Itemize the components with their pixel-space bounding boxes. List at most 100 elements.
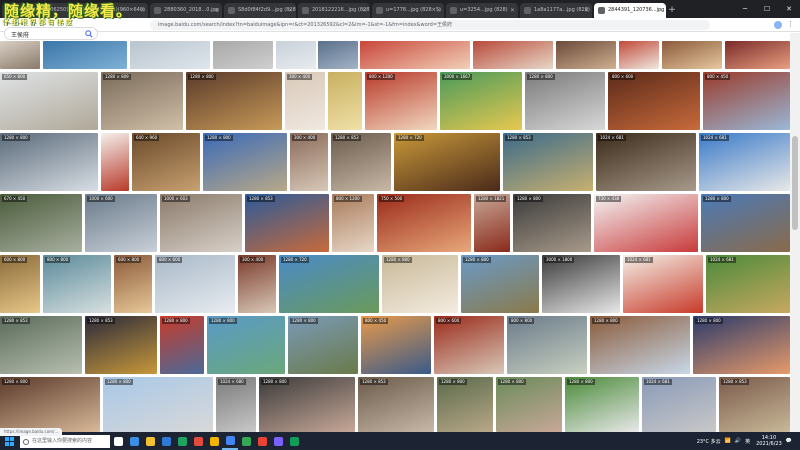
image-thumbnail[interactable]: 1280 × 800 bbox=[0, 377, 100, 432]
taskbar-app-button[interactable] bbox=[238, 432, 254, 450]
image-thumbnail[interactable]: 1280 × 800 bbox=[525, 72, 605, 130]
image-thumbnail[interactable]: 1280 × 1821 bbox=[474, 194, 510, 252]
image-thumbnail[interactable]: 1024 × 680 bbox=[216, 377, 256, 432]
image-thumbnail[interactable]: 1280 × 853 bbox=[331, 133, 391, 191]
browser-tab[interactable]: S8d0f84f2d9...jpg (828) ✕ bbox=[224, 3, 296, 18]
tab-close-icon[interactable]: ✕ bbox=[214, 3, 219, 18]
image-thumbnail[interactable]: 1280 × 853 bbox=[85, 316, 157, 374]
image-thumbnail[interactable]: 800 × 600 bbox=[608, 72, 700, 130]
taskbar-app-button[interactable] bbox=[254, 432, 270, 450]
image-thumbnail[interactable]: 750 × 500 bbox=[377, 194, 471, 252]
taskbar-app-button[interactable] bbox=[286, 432, 302, 450]
browser-tab[interactable]: u=1778...jpg (828×5) ✕ bbox=[372, 3, 444, 18]
taskbar-app-button[interactable] bbox=[206, 432, 222, 450]
image-thumbnail[interactable] bbox=[556, 41, 616, 69]
page-scrollbar[interactable] bbox=[790, 33, 800, 432]
image-thumbnail[interactable]: 800 × 800 bbox=[507, 316, 587, 374]
tab-close-icon[interactable]: ✕ bbox=[658, 3, 663, 18]
image-thumbnail[interactable]: 1000 × 603 bbox=[160, 194, 242, 252]
image-thumbnail[interactable]: 1280 × 800 bbox=[160, 316, 204, 374]
taskbar-search[interactable]: 在这里输入你要搜索的内容 bbox=[20, 434, 110, 448]
address-bar[interactable]: image.baidu.com/search/index?tn=baiduima… bbox=[150, 20, 710, 30]
image-thumbnail[interactable]: 1280 × 800 bbox=[103, 377, 213, 432]
image-thumbnail[interactable]: 300 × 400 bbox=[238, 255, 276, 313]
image-thumbnail[interactable]: 1280 × 720 bbox=[394, 133, 500, 191]
browser-tab[interactable]: 2018122216...jpg (828) ✕ bbox=[298, 3, 370, 18]
taskbar-app-button[interactable] bbox=[110, 432, 126, 450]
browser-menu-icon[interactable]: ⋮ bbox=[787, 20, 794, 28]
image-thumbnail[interactable]: 1280 × 800 bbox=[203, 133, 287, 191]
image-thumbnail[interactable]: 1280 × 853 bbox=[503, 133, 593, 191]
image-thumbnail[interactable]: 640 × 960 bbox=[132, 133, 200, 191]
taskbar-app-button[interactable] bbox=[126, 432, 142, 450]
image-thumbnail[interactable]: 1280 × 720 bbox=[279, 255, 379, 313]
image-thumbnail[interactable]: 730 × 438 bbox=[594, 194, 698, 252]
image-thumbnail[interactable] bbox=[276, 41, 316, 69]
profile-avatar[interactable] bbox=[774, 21, 782, 29]
image-thumbnail[interactable]: 1280 × 800 bbox=[590, 316, 690, 374]
clock[interactable]: 14:10 2021/6/23 bbox=[756, 435, 782, 447]
image-thumbnail[interactable]: 1280 × 800 bbox=[701, 194, 790, 252]
new-tab-button[interactable]: + bbox=[666, 3, 678, 18]
tab-close-icon[interactable]: ✕ bbox=[140, 3, 145, 18]
image-thumbnail[interactable] bbox=[328, 72, 362, 130]
tab-close-icon[interactable]: ✕ bbox=[436, 3, 441, 18]
image-thumbnail[interactable]: 1280 × 800 bbox=[437, 377, 493, 432]
image-thumbnail[interactable] bbox=[318, 41, 358, 69]
image-thumbnail[interactable] bbox=[43, 41, 127, 69]
image-thumbnail[interactable]: 800 × 450 bbox=[361, 316, 431, 374]
volume-icon[interactable]: 🔊 bbox=[735, 438, 741, 444]
browser-tab[interactable]: u=3254...jpg (828) ✕ bbox=[446, 3, 518, 18]
image-thumbnail[interactable]: 1280 × 800 bbox=[207, 316, 285, 374]
image-thumbnail[interactable]: 800 × 450 bbox=[703, 72, 790, 130]
image-thumbnail[interactable]: 600 × 800 bbox=[114, 255, 152, 313]
taskbar-app-button[interactable] bbox=[158, 432, 174, 450]
image-thumbnail[interactable]: 1000 × 600 bbox=[85, 194, 157, 252]
image-thumbnail[interactable]: 1280 × 853 bbox=[0, 316, 82, 374]
image-thumbnail[interactable]: 1280 × 800 bbox=[382, 255, 458, 313]
image-thumbnail[interactable] bbox=[360, 41, 470, 69]
image-thumbnail[interactable]: 1280 × 853 bbox=[358, 377, 434, 432]
taskbar-app-button[interactable] bbox=[270, 432, 286, 450]
image-thumbnail[interactable] bbox=[213, 41, 273, 69]
image-thumbnail[interactable]: 800 × 1200 bbox=[332, 194, 374, 252]
image-thumbnail[interactable] bbox=[0, 41, 40, 69]
network-icon[interactable]: 📶 bbox=[725, 438, 731, 444]
image-thumbnail[interactable]: 800 × 1200 bbox=[365, 72, 437, 130]
image-thumbnail[interactable]: 1280 × 800 bbox=[0, 133, 98, 191]
image-thumbnail[interactable]: 3000 × 1667 bbox=[440, 72, 522, 130]
image-thumbnail[interactable]: 800 × 600 bbox=[434, 316, 504, 374]
browser-tab[interactable]: 2844391_120736...jpg ✕ bbox=[594, 3, 666, 18]
close-window-icon[interactable]: ✕ bbox=[778, 0, 800, 18]
taskbar-app-button[interactable] bbox=[174, 432, 190, 450]
image-thumbnail[interactable] bbox=[130, 41, 210, 69]
search-icon[interactable] bbox=[85, 30, 93, 38]
image-thumbnail[interactable]: 1280 × 800 bbox=[496, 377, 562, 432]
ime-indicator[interactable]: 英 bbox=[745, 438, 750, 445]
taskbar-app-button[interactable] bbox=[222, 432, 238, 450]
image-thumbnail[interactable]: 1024 × 681 bbox=[642, 377, 716, 432]
notification-icon[interactable]: 💬 bbox=[786, 438, 792, 444]
image-thumbnail[interactable]: 1280 × 800 bbox=[186, 72, 282, 130]
image-thumbnail[interactable]: 1280 × 853 bbox=[719, 377, 790, 432]
browser-tab[interactable]: 2880360_2018...0.jpg ✕ bbox=[150, 3, 222, 18]
image-thumbnail[interactable] bbox=[101, 133, 129, 191]
image-thumbnail[interactable]: 600 × 800 bbox=[0, 255, 40, 313]
taskbar-app-button[interactable] bbox=[190, 432, 206, 450]
scrollbar-thumb[interactable] bbox=[792, 136, 798, 230]
image-thumbnail[interactable] bbox=[473, 41, 553, 69]
image-thumbnail[interactable]: 1024 × 681 bbox=[596, 133, 696, 191]
image-thumbnail[interactable]: 300 × 400 bbox=[285, 72, 325, 130]
image-thumbnail[interactable]: 1280 × 800 bbox=[693, 316, 790, 374]
search-input[interactable] bbox=[11, 29, 81, 39]
image-thumbnail[interactable]: 1280 × 800 bbox=[565, 377, 639, 432]
tab-close-icon[interactable]: ✕ bbox=[288, 3, 293, 18]
image-thumbnail[interactable] bbox=[725, 41, 790, 69]
image-thumbnail[interactable]: 1280 × 853 bbox=[245, 194, 329, 252]
image-thumbnail[interactable]: 1024 × 681 bbox=[623, 255, 703, 313]
image-thumbnail[interactable]: 1024 × 681 bbox=[706, 255, 790, 313]
image-thumbnail[interactable]: 1280 × 800 bbox=[461, 255, 539, 313]
taskbar-app-button[interactable] bbox=[142, 432, 158, 450]
maximize-icon[interactable]: ☐ bbox=[756, 0, 778, 18]
image-thumbnail[interactable]: 650 × 800 bbox=[0, 72, 98, 130]
